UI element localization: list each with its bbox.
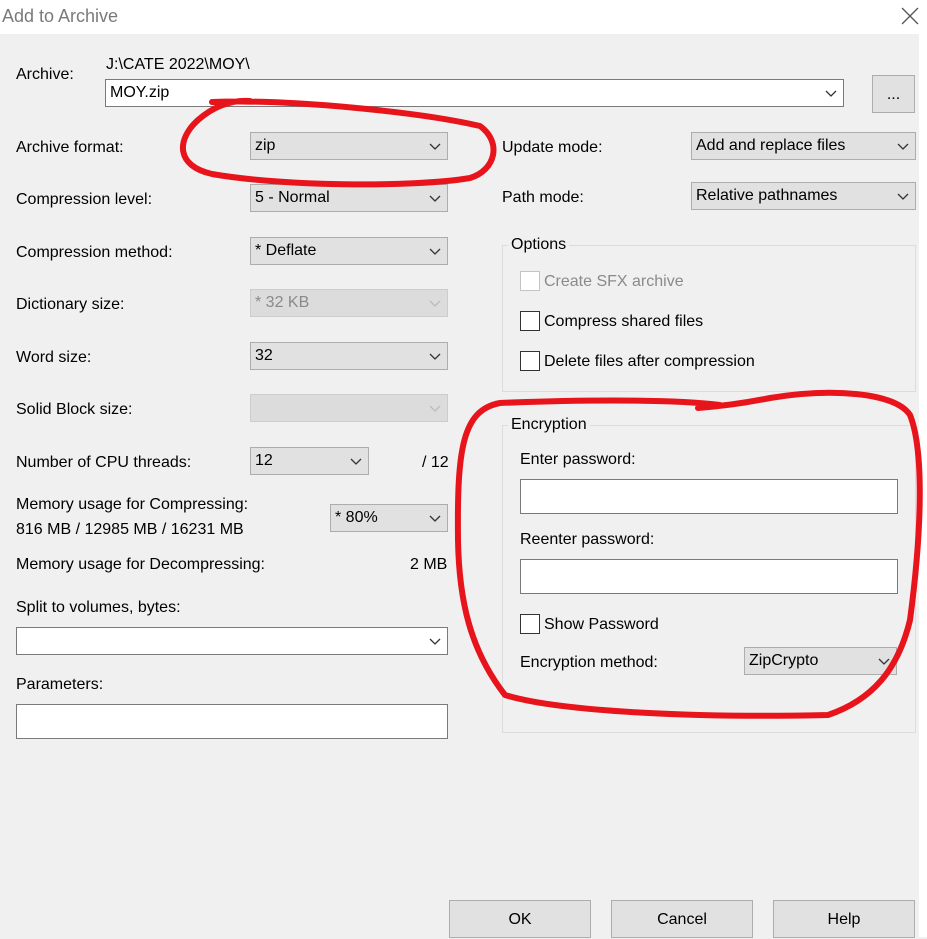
archive-name-combo[interactable]: MOY.zip <box>105 79 844 107</box>
chevron-down-icon <box>429 515 441 522</box>
chevron-down-icon <box>429 638 441 645</box>
chevron-down-icon <box>429 405 441 412</box>
archive-format-select[interactable]: zip <box>250 132 448 160</box>
compress-shared-checkbox[interactable] <box>520 311 540 331</box>
cpu-threads-label: Number of CPU threads: <box>16 454 192 471</box>
archive-format-label: Archive format: <box>16 139 124 156</box>
dictionary-size-select[interactable]: * 32 KB <box>250 289 448 317</box>
parameters-input[interactable] <box>16 704 448 739</box>
solid-block-label: Solid Block size: <box>16 401 133 418</box>
split-volumes-combo[interactable] <box>16 627 448 655</box>
delete-files-checkbox[interactable] <box>520 351 540 371</box>
window-edge <box>919 34 927 937</box>
create-sfx-checkbox[interactable] <box>520 271 540 291</box>
chevron-down-icon <box>429 248 441 255</box>
chevron-down-icon <box>429 353 441 360</box>
options-title: Options <box>508 236 570 254</box>
chevron-down-icon <box>429 195 441 202</box>
create-sfx-label: Create SFX archive <box>544 273 684 290</box>
cpu-threads-select[interactable]: 12 <box>250 447 369 475</box>
solid-block-select[interactable] <box>250 394 448 422</box>
archive-name-value: MOY.zip <box>110 84 170 101</box>
compression-method-select[interactable]: * Deflate <box>250 237 448 265</box>
update-mode-select[interactable]: Add and replace files <box>691 132 916 160</box>
compression-level-label: Compression level: <box>16 191 153 208</box>
path-mode-value: Relative pathnames <box>696 187 838 204</box>
reenter-password-input[interactable] <box>520 559 898 594</box>
delete-files-label: Delete files after compression <box>544 353 755 370</box>
memory-compress-detail: 816 MB / 12985 MB / 16231 MB <box>16 521 244 538</box>
dictionary-size-label: Dictionary size: <box>16 296 125 313</box>
title-bar <box>0 0 927 34</box>
archive-path: J:\CATE 2022\MOY\ <box>106 56 250 73</box>
password-input[interactable] <box>520 479 898 514</box>
chevron-down-icon <box>897 143 909 150</box>
chevron-down-icon <box>897 193 909 200</box>
browse-button[interactable]: ... <box>872 75 915 113</box>
cpu-threads-value: 12 <box>255 452 273 469</box>
window-title: Add to Archive <box>2 6 119 26</box>
chevron-down-icon <box>350 458 362 465</box>
parameters-label: Parameters: <box>16 676 104 693</box>
update-mode-value: Add and replace files <box>696 137 846 154</box>
path-mode-select[interactable]: Relative pathnames <box>691 182 916 210</box>
close-icon[interactable] <box>897 3 923 29</box>
memory-decompress-value: 2 MB <box>410 556 448 573</box>
help-button[interactable]: Help <box>773 900 915 938</box>
show-password-label: Show Password <box>544 616 659 633</box>
cpu-threads-max: / 12 <box>422 454 449 471</box>
split-volumes-label: Split to volumes, bytes: <box>16 599 181 616</box>
memory-usage-select[interactable]: * 80% <box>330 504 448 532</box>
compression-level-value: 5 - Normal <box>255 189 330 206</box>
compress-shared-label: Compress shared files <box>544 313 704 330</box>
enter-password-label: Enter password: <box>520 451 636 468</box>
update-mode-label: Update mode: <box>502 139 603 156</box>
encryption-method-select[interactable]: ZipCrypto <box>744 647 897 675</box>
compression-method-label: Compression method: <box>16 244 173 261</box>
encryption-method-value: ZipCrypto <box>749 652 819 669</box>
chevron-down-icon <box>878 658 890 665</box>
path-mode-label: Path mode: <box>502 189 584 206</box>
memory-decompress-label: Memory usage for Decompressing: <box>16 556 265 573</box>
word-size-select[interactable]: 32 <box>250 342 448 370</box>
dictionary-size-value: * 32 KB <box>255 294 310 311</box>
chevron-down-icon <box>825 90 837 97</box>
chevron-down-icon <box>429 143 441 150</box>
memory-usage-value: * 80% <box>335 509 378 526</box>
archive-format-value: zip <box>255 137 276 154</box>
encryption-title: Encryption <box>508 416 590 434</box>
encryption-method-label: Encryption method: <box>520 654 658 671</box>
memory-compress-label: Memory usage for Compressing: <box>16 496 249 513</box>
show-password-checkbox[interactable] <box>520 614 540 634</box>
ok-button[interactable]: OK <box>449 900 591 938</box>
compression-level-select[interactable]: 5 - Normal <box>250 184 448 212</box>
word-size-value: 32 <box>255 347 273 364</box>
archive-label: Archive: <box>16 66 74 83</box>
cancel-button[interactable]: Cancel <box>611 900 753 938</box>
compression-method-value: * Deflate <box>255 242 317 259</box>
chevron-down-icon <box>429 300 441 307</box>
word-size-label: Word size: <box>16 349 92 366</box>
reenter-password-label: Reenter password: <box>520 531 655 548</box>
